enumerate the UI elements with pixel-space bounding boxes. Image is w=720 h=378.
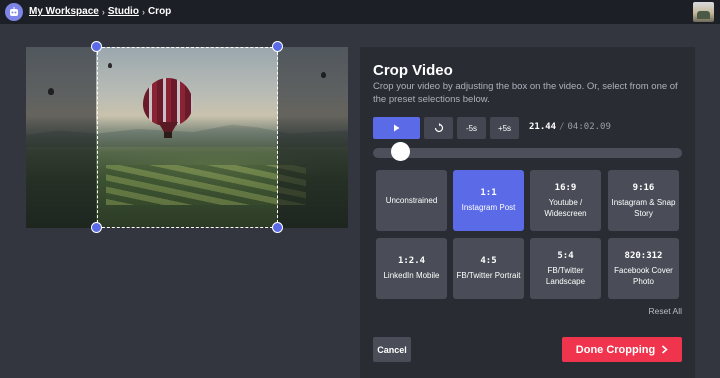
- preset-ratio: 1:1: [480, 188, 497, 198]
- preset-ratio: 9:16: [632, 182, 655, 193]
- preset-label: Youtube / Widescreen: [544, 197, 587, 218]
- preset-unconstrained[interactable]: Unconstrained: [376, 170, 447, 231]
- preset-label: FB/Twitter Landscape: [545, 265, 586, 286]
- forward-5s-button[interactable]: +5s: [490, 117, 519, 139]
- preset-1-1[interactable]: 1:1 Instagram Post: [453, 170, 524, 231]
- crop-box[interactable]: [97, 47, 278, 228]
- robot-logo-icon[interactable]: [5, 3, 23, 21]
- crop-handle-top-left[interactable]: [91, 41, 102, 52]
- play-icon: [394, 124, 400, 132]
- rewind-5s-button[interactable]: -5s: [457, 117, 486, 139]
- preset-label: Instagram Post: [461, 203, 516, 212]
- preset-label: Facebook Cover Photo: [614, 265, 673, 286]
- crop-handle-bottom-left[interactable]: [91, 222, 102, 233]
- preset-4-5[interactable]: 4:5 FB/Twitter Portrait: [453, 238, 524, 299]
- crop-handle-top-right[interactable]: [272, 41, 283, 52]
- replay-button[interactable]: [424, 117, 453, 139]
- preset-1-2-4[interactable]: 1:2.4 LinkedIn Mobile: [376, 238, 447, 299]
- total-time: 04:02.09: [567, 122, 611, 132]
- preset-ratio: 820:312: [624, 250, 663, 261]
- crop-description: Crop your video by adjusting the box on …: [373, 81, 678, 105]
- replay-icon: [434, 123, 443, 133]
- crop-handle-bottom-right[interactable]: [272, 222, 283, 233]
- breadcrumb: My Workspace › Studio › Crop: [29, 6, 171, 17]
- breadcrumb-studio[interactable]: Studio: [108, 6, 139, 17]
- cancel-button[interactable]: Cancel: [373, 337, 411, 362]
- current-time: 21.44: [529, 122, 557, 132]
- timeline-knob[interactable]: [391, 142, 411, 161]
- chevron-right-icon: [662, 345, 668, 354]
- preset-ratio: 16:9: [554, 182, 577, 193]
- breadcrumb-current: Crop: [147, 6, 172, 17]
- reset-all-link[interactable]: Reset All: [648, 306, 682, 316]
- time-separator: /: [559, 122, 565, 132]
- done-cropping-button[interactable]: Done Cropping: [562, 337, 682, 362]
- preset-5-4[interactable]: 5:4 FB/Twitter Landscape: [530, 238, 601, 299]
- page-title: Crop Video: [373, 62, 453, 79]
- preset-ratio: 1:2.4: [397, 256, 426, 266]
- breadcrumb-separator: ›: [101, 6, 105, 17]
- preset-label: Instagram & Snap Story: [611, 197, 676, 218]
- preset-label: FB/Twitter Portrait: [456, 271, 521, 280]
- breadcrumb-workspace[interactable]: My Workspace: [29, 6, 99, 17]
- done-cropping-label: Done Cropping: [575, 343, 656, 356]
- preset-9-16[interactable]: 9:16 Instagram & Snap Story: [608, 170, 679, 231]
- preset-16-9[interactable]: 16:9 Youtube / Widescreen: [530, 170, 601, 231]
- preset-820-312[interactable]: 820:312 Facebook Cover Photo: [608, 238, 679, 299]
- timeline-slider[interactable]: [373, 148, 682, 158]
- crop-mask-left: [26, 47, 96, 228]
- user-avatar-icon[interactable]: [693, 2, 714, 22]
- play-button[interactable]: [373, 117, 420, 139]
- crop-mask-right: [278, 47, 348, 228]
- preset-label: LinkedIn Mobile: [383, 271, 440, 280]
- top-bar: My Workspace › Studio › Crop: [0, 0, 720, 24]
- preset-label: Unconstrained: [385, 196, 438, 205]
- crop-panel: Crop Video Crop your video by adjusting …: [360, 47, 695, 378]
- time-display: 21.44/04:02.09: [529, 122, 611, 132]
- preset-ratio: 4:5: [480, 256, 497, 266]
- preset-ratio: 5:4: [557, 250, 574, 261]
- breadcrumb-separator: ›: [141, 6, 145, 17]
